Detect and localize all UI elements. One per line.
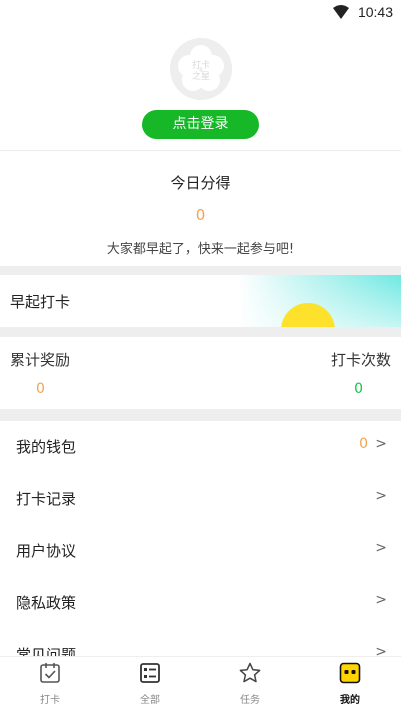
bottom-tab-bar: 打卡 全部 任务 我的 xyxy=(0,656,401,710)
tab-label: 任务 xyxy=(240,695,260,706)
chevron-right-icon: > xyxy=(375,592,387,608)
wallet-balance: 0 xyxy=(359,436,368,452)
tab-label: 全部 xyxy=(140,695,160,706)
tab-all[interactable]: 全部 xyxy=(100,657,200,710)
avatar[interactable]: 打卡 之星 xyxy=(170,38,232,100)
today-title: 今日分得 xyxy=(170,174,231,192)
menu-item-user-agreement[interactable]: 用户协议 > xyxy=(0,525,401,577)
today-value: 0 xyxy=(195,206,206,224)
section-divider xyxy=(0,409,401,421)
checkin-count-label: 打卡次数 xyxy=(330,351,391,369)
menu-item-privacy-policy[interactable]: 隐私政策 > xyxy=(0,577,401,629)
status-bar: 10:43 xyxy=(0,0,401,26)
star-icon xyxy=(239,662,261,683)
calendar-check-icon xyxy=(40,663,60,683)
svg-text:之星: 之星 xyxy=(192,70,210,82)
menu-item-label: 隐私政策 xyxy=(16,594,77,612)
flower-logo-icon: 打卡 之星 xyxy=(170,38,232,100)
menu-item-wallet[interactable]: 我的钱包 0 > xyxy=(0,421,401,473)
today-subtitle: 大家都早起了，快来一起参与吧! xyxy=(106,242,295,257)
menu-item-label: 我的钱包 xyxy=(16,438,77,456)
chevron-right-icon: > xyxy=(375,436,387,452)
profile-section: 打卡 之星 点击登录 xyxy=(0,26,401,150)
face-icon xyxy=(339,662,361,684)
tab-label: 打卡 xyxy=(40,695,60,706)
list-icon xyxy=(140,663,160,683)
total-reward-label: 累计奖励 xyxy=(10,351,71,369)
tab-checkin[interactable]: 打卡 xyxy=(0,657,100,710)
tab-label: 我的 xyxy=(340,695,360,706)
divider xyxy=(0,150,401,151)
section-divider xyxy=(0,266,401,275)
checkin-count-value: 0 xyxy=(354,381,363,397)
banner-label: 早起打卡 xyxy=(10,293,71,311)
total-reward-value: 0 xyxy=(36,381,45,397)
chevron-right-icon: > xyxy=(375,540,387,556)
status-time: 10:43 xyxy=(357,4,393,20)
chevron-right-icon: > xyxy=(375,488,387,504)
sunrise-illustration xyxy=(238,275,401,327)
login-button[interactable]: 点击登录 xyxy=(142,110,259,139)
avatar-logo-text: 打卡 xyxy=(192,59,210,71)
tab-tasks[interactable]: 任务 xyxy=(200,657,300,710)
menu-item-checkin-record[interactable]: 打卡记录 > xyxy=(0,473,401,525)
menu-item-label: 打卡记录 xyxy=(16,490,77,508)
tab-mine[interactable]: 我的 xyxy=(300,657,400,710)
menu-item-label: 用户协议 xyxy=(16,542,77,560)
early-checkin-banner[interactable]: 早起打卡 xyxy=(0,275,401,327)
section-divider xyxy=(0,327,401,337)
stats-section: 累计奖励 打卡次数 0 0 xyxy=(0,337,401,409)
wifi-icon xyxy=(333,5,349,19)
